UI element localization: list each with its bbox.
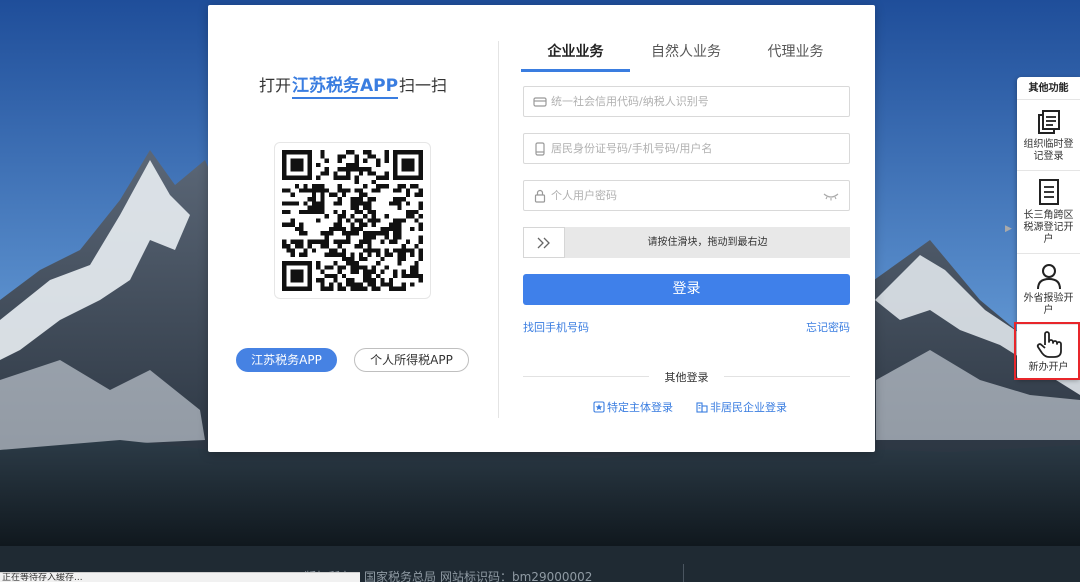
- qr-scan-title: 打开江苏税务APP扫一扫: [208, 71, 498, 99]
- footer-divider: [683, 564, 684, 582]
- scan-suffix: 扫一扫: [399, 76, 448, 95]
- card-divider: [498, 41, 499, 418]
- scan-prefix: 打开: [258, 76, 291, 95]
- login-button[interactable]: 登录: [523, 274, 850, 305]
- tab-enterprise[interactable]: 企业业务: [521, 41, 630, 72]
- side-panel-collapse-arrow[interactable]: ▶: [1005, 221, 1017, 237]
- other-login-divider-right: [724, 376, 850, 377]
- side-item-org-temp-login[interactable]: 组织临时登记登录: [1017, 101, 1080, 171]
- badge-icon: [593, 401, 605, 413]
- building-icon: [696, 402, 708, 413]
- forgot-password-link[interactable]: 忘记密码: [806, 319, 850, 335]
- side-item-label: 新办开户: [1028, 362, 1069, 373]
- copy-document-icon: [1038, 110, 1060, 134]
- side-function-panel: 其他功能 组织临时登记登录 长三角跨区税源登记开户 外省报验开户 新办开户: [1017, 77, 1080, 380]
- credit-code-input[interactable]: [551, 87, 821, 116]
- jiangsu-tax-app-button[interactable]: 江苏税务APP: [236, 348, 337, 372]
- login-card: 打开江苏税务APP扫一扫 江苏税务APP 个人所得税APP 企业业务 自然人业务…: [208, 5, 875, 452]
- login-tabs: 企业业务 自然人业务 代理业务: [521, 41, 851, 72]
- pointing-hand-icon: [1036, 331, 1062, 358]
- specific-entity-login-link[interactable]: 特定主体登录: [593, 399, 673, 415]
- slider-handle[interactable]: [523, 227, 565, 258]
- non-resident-login-label: 非居民企业登录: [710, 401, 787, 414]
- password-field: [523, 180, 850, 211]
- tab-agent[interactable]: 代理业务: [743, 41, 848, 71]
- side-item-label: 外省报验开户: [1023, 293, 1074, 316]
- side-panel-title: 其他功能: [1017, 77, 1080, 100]
- user-icon: [1037, 264, 1061, 290]
- non-resident-login-link[interactable]: 非居民企业登录: [696, 399, 787, 415]
- browser-status-bar: 正在等待存入缓存...: [0, 572, 360, 582]
- credit-code-field: [523, 86, 850, 117]
- other-login-title: 其他登录: [664, 371, 709, 384]
- side-item-cross-region-account[interactable]: 长三角跨区税源登记开户: [1017, 172, 1080, 254]
- other-login-divider-left: [523, 376, 649, 377]
- id-input[interactable]: [551, 134, 821, 163]
- id-field: [523, 133, 850, 164]
- find-phone-link[interactable]: 找回手机号码: [523, 319, 589, 335]
- side-item-out-of-province-account[interactable]: 外省报验开户: [1017, 255, 1080, 325]
- footer-site-code: 网站标识码：bm29000002: [440, 570, 593, 582]
- side-item-label: 组织临时登记登录: [1023, 139, 1074, 162]
- eye-closed-icon[interactable]: [823, 190, 839, 202]
- specific-entity-login-label: 特定主体登录: [607, 401, 673, 414]
- slider-captcha: 请按住滑块，拖动到最右边: [523, 227, 850, 258]
- slider-hint: 请按住滑块，拖动到最右边: [647, 237, 768, 248]
- lock-icon: [534, 189, 546, 203]
- document-lines-icon: [1039, 179, 1059, 205]
- scan-brand: 江苏税务APP: [291, 76, 399, 99]
- side-item-new-account[interactable]: 新办开户: [1017, 326, 1080, 380]
- card-icon: [533, 97, 547, 107]
- side-item-label: 长三角跨区税源登记开户: [1023, 210, 1074, 245]
- tab-natural-person[interactable]: 自然人业务: [634, 41, 738, 71]
- password-input[interactable]: [551, 181, 821, 210]
- qr-code: [274, 142, 431, 299]
- personal-income-tax-app-button[interactable]: 个人所得税APP: [354, 348, 469, 372]
- double-chevron-right-icon: [537, 237, 550, 249]
- phone-icon: [535, 142, 545, 156]
- qr-code-image: [282, 150, 423, 291]
